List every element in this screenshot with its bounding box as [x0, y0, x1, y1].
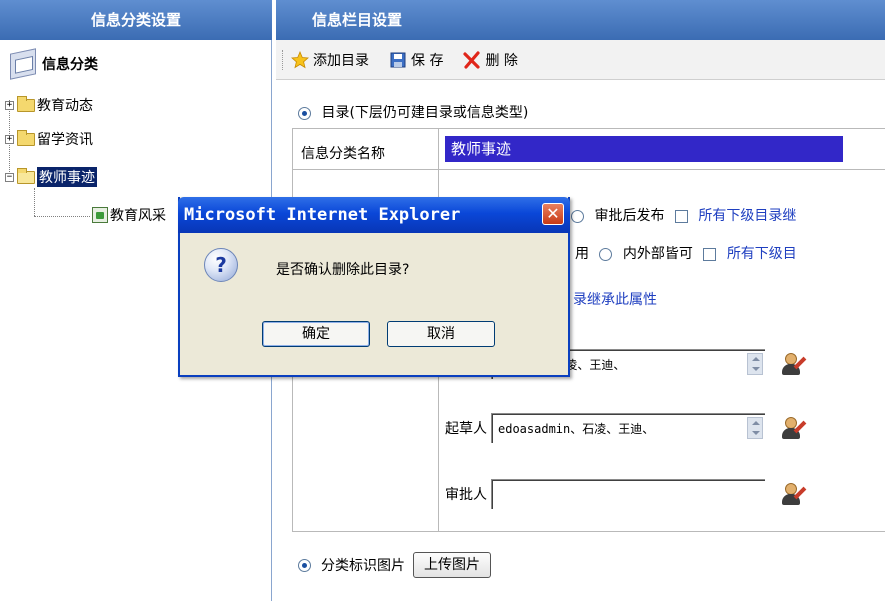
confirm-delete-dialog: Microsoft Internet Explorer ✕ ? 是否确认删除此目…	[178, 197, 570, 377]
star-icon	[291, 50, 309, 69]
approve-publish-label: 审批后发布	[594, 208, 665, 224]
dialog-title-bar[interactable]: Microsoft Internet Explorer ✕	[178, 197, 570, 233]
folder-icon	[17, 95, 35, 112]
close-icon[interactable]: ✕	[542, 203, 564, 225]
drafter-row: 起草人 edoasadmin、石凌、王迪、	[445, 413, 807, 443]
drafter-value: edoasadmin、石凌、王迪、	[498, 422, 655, 436]
book-icon	[10, 48, 36, 80]
tree-item-label: 留学资讯	[37, 132, 93, 148]
tree-item-education-news[interactable]: + 教育动态	[5, 94, 93, 116]
tree-item-study-abroad[interactable]: + 留学资讯	[5, 128, 93, 150]
image-option-label: 分类标识图片	[321, 558, 405, 574]
tree-item-label: 教育动态	[37, 98, 93, 114]
tree-item-teacher-stories[interactable]: − 教师事迹	[5, 166, 97, 188]
ok-button[interactable]: 确定	[262, 321, 370, 347]
select-person-icon[interactable]	[779, 481, 807, 507]
directory-radio[interactable]	[298, 106, 311, 120]
approver-label: 审批人	[445, 487, 487, 503]
expand-icon[interactable]: +	[5, 134, 14, 144]
publish-inherit-label: 所有下级目录继	[698, 208, 797, 224]
scope-inherit-label: 所有下级目	[726, 246, 797, 262]
dialog-title: Microsoft Internet Explorer	[184, 205, 461, 225]
tree-root-label: 信息分类	[42, 57, 98, 73]
internal-external-radio[interactable]	[599, 247, 613, 261]
select-person-icon[interactable]	[779, 415, 807, 441]
collapse-icon[interactable]: −	[5, 172, 14, 182]
toolbar-grip	[282, 49, 285, 70]
directory-option-label: 目录(下层仍可建目录或信息类型)	[321, 105, 529, 121]
image-option-row: 分类标识图片 上传图片	[292, 552, 491, 578]
delete-label: 删 除	[485, 52, 518, 69]
type-directory-option[interactable]: 目录(下层仍可建目录或信息类型)	[298, 102, 528, 122]
floppy-disk-icon	[389, 51, 407, 69]
tree-item-label: 教师事迹	[37, 167, 97, 187]
question-icon: ?	[204, 248, 238, 282]
approver-input[interactable]	[491, 479, 765, 509]
name-field-label: 信息分类名称	[301, 146, 385, 162]
save-label: 保 存	[411, 52, 444, 69]
settings-panel-title: 信息栏目设置	[276, 0, 885, 40]
category-name-input[interactable]: 教师事迹	[445, 136, 843, 162]
open-folder-icon	[17, 167, 35, 184]
upload-image-button[interactable]: 上传图片	[413, 552, 491, 578]
scroll-spinner-icon[interactable]	[747, 417, 763, 439]
save-button[interactable]: 保 存	[389, 50, 443, 70]
tree-panel-title: 信息分类设置	[0, 0, 272, 40]
toolbar: 添加目录 保 存 删 除	[276, 40, 885, 80]
delete-button[interactable]: 删 除	[463, 50, 518, 70]
info-type-icon	[92, 207, 108, 223]
publish-inherit-checkbox[interactable]	[674, 209, 688, 223]
expand-icon[interactable]: +	[5, 100, 14, 110]
tree-item-label: 教育风采	[110, 208, 166, 224]
scope-prefix: 用	[575, 246, 589, 262]
internal-external-label: 内外部皆可	[622, 246, 693, 262]
folder-icon	[17, 129, 35, 146]
approver-row: 审批人	[445, 479, 807, 509]
dialog-message: 是否确认删除此目录?	[276, 262, 410, 278]
select-person-icon[interactable]	[779, 351, 807, 377]
image-radio[interactable]	[298, 558, 311, 572]
scroll-spinner-icon[interactable]	[747, 353, 763, 375]
tree-connector	[34, 188, 35, 216]
drafter-label: 起草人	[445, 421, 487, 437]
tree-root[interactable]: 信息分类	[10, 48, 98, 80]
add-directory-button[interactable]: 添加目录	[291, 50, 369, 70]
scope-inherit-checkbox[interactable]	[703, 247, 717, 261]
form-divider	[293, 169, 885, 170]
tree-item-education-style[interactable]: 教育风采	[92, 204, 166, 226]
tree-connector	[34, 216, 90, 217]
red-x-icon	[463, 50, 481, 69]
cancel-button[interactable]: 取消	[387, 321, 495, 347]
drafter-input[interactable]: edoasadmin、石凌、王迪、	[491, 413, 765, 443]
add-directory-label: 添加目录	[313, 52, 369, 69]
inherit-attribute-label[interactable]: 录继承此属性	[573, 292, 657, 308]
approve-publish-radio[interactable]	[571, 209, 584, 223]
